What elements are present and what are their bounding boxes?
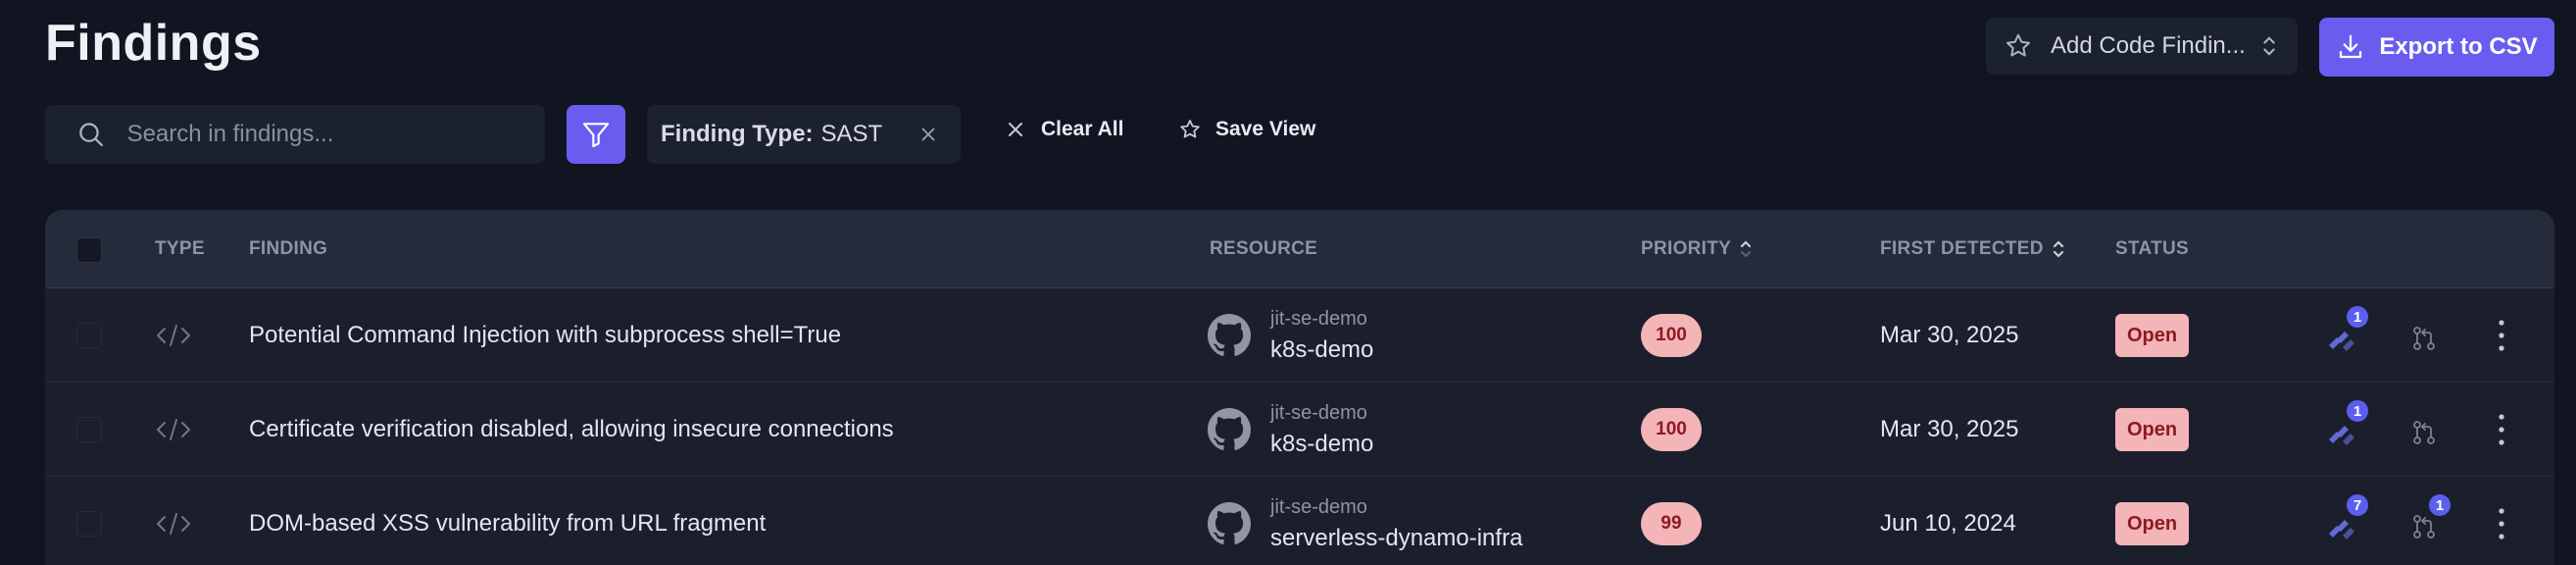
filter-chip-value: SAST <box>820 121 883 147</box>
export-csv-label: Export to CSV <box>2379 33 2538 60</box>
star-icon <box>1180 120 1200 138</box>
kebab-menu-icon[interactable] <box>2496 412 2507 447</box>
resource-cell[interactable]: jit-se-demo k8s-demo <box>1208 288 1373 383</box>
chevron-up-down-icon <box>2263 36 2275 56</box>
resource-org: jit-se-demo <box>1270 401 1367 424</box>
finding-title[interactable]: Potential Command Injection with subproc… <box>249 288 841 383</box>
filter-button[interactable] <box>567 105 625 164</box>
git-pull-request-icon <box>2413 421 2435 444</box>
pull-request-button[interactable] <box>2405 312 2452 359</box>
export-csv-button[interactable]: Export to CSV <box>2319 18 2554 77</box>
status-badge: Open <box>2115 502 2190 545</box>
clear-all-button[interactable]: Clear All <box>1004 118 1123 141</box>
page-title: Findings <box>45 15 262 72</box>
resource-repo: k8s-demo <box>1270 430 1374 457</box>
table-header: TYPE FINDING RESOURCE PRIORITY FIRST DET… <box>45 210 2554 288</box>
pull-request-button[interactable]: 1 <box>2405 492 2452 547</box>
resource-repo: k8s-demo <box>1270 335 1374 363</box>
jira-icon <box>2329 520 2354 539</box>
filter-chip-key: Finding Type: <box>661 121 814 147</box>
jira-count-badge: 7 <box>2345 492 2370 518</box>
search-icon <box>79 123 103 147</box>
search-input[interactable] <box>126 121 514 148</box>
row-checkbox[interactable] <box>76 511 102 537</box>
saved-view-label: Add Code Findin... <box>2051 32 2246 59</box>
priority-badge: 100 <box>1641 408 1702 451</box>
resource-cell[interactable]: jit-se-demo serverless-dynamo-infra <box>1208 477 1522 565</box>
select-all-checkbox[interactable] <box>76 237 102 263</box>
jira-ticket-button[interactable]: 1 <box>2321 304 2370 359</box>
git-pull-request-icon <box>2413 515 2435 539</box>
save-view-label: Save View <box>1215 118 1316 140</box>
kebab-menu-icon[interactable] <box>2496 318 2507 353</box>
priority-badge: 99 <box>1641 502 1702 545</box>
priority-badge: 100 <box>1641 314 1702 357</box>
finding-title[interactable]: Certificate verification disabled, allow… <box>249 383 894 477</box>
table-row[interactable]: Certificate verification disabled, allow… <box>45 383 2554 477</box>
close-icon <box>1009 123 1022 136</box>
code-icon <box>155 477 192 565</box>
column-header-priority-label: PRIORITY <box>1641 238 1732 259</box>
github-icon <box>1208 502 1251 544</box>
code-icon <box>155 383 192 477</box>
jira-icon <box>2329 332 2354 351</box>
save-view-button[interactable]: Save View <box>1178 118 1315 141</box>
table-row[interactable]: Potential Command Injection with subproc… <box>45 288 2554 383</box>
git-pull-request-icon <box>2413 327 2435 350</box>
download-icon <box>2340 34 2362 59</box>
status-badge: Open <box>2115 408 2190 451</box>
column-header-finding: FINDING <box>249 238 328 259</box>
row-checkbox[interactable] <box>76 417 102 442</box>
column-header-priority[interactable]: PRIORITY <box>1641 210 1753 288</box>
pr-count-badge: 1 <box>2427 492 2452 518</box>
first-detected-date: Jun 10, 2024 <box>1880 510 2016 537</box>
column-header-status: STATUS <box>2115 238 2189 259</box>
sort-icon <box>2053 240 2063 258</box>
column-header-first-detected[interactable]: FIRST DETECTED <box>1880 210 2065 288</box>
saved-view-select[interactable]: Add Code Findin... <box>1986 18 2298 75</box>
github-icon <box>1208 314 1251 356</box>
clear-all-label: Clear All <box>1041 118 1124 140</box>
first-detected-date: Mar 30, 2025 <box>1880 322 2019 348</box>
kebab-menu-icon[interactable] <box>2496 506 2507 541</box>
filter-chip-finding-type[interactable]: Finding Type: SAST <box>647 105 961 164</box>
resource-repo: serverless-dynamo-infra <box>1270 524 1523 551</box>
search-box[interactable] <box>45 105 545 164</box>
sort-icon <box>1741 240 1752 258</box>
resource-org: jit-se-demo <box>1270 307 1367 330</box>
funnel-icon <box>582 123 610 148</box>
jira-icon <box>2329 426 2354 445</box>
resource-org: jit-se-demo <box>1270 495 1367 518</box>
jira-ticket-button[interactable]: 1 <box>2321 398 2370 453</box>
resource-cell[interactable]: jit-se-demo k8s-demo <box>1208 383 1373 477</box>
column-header-first-detected-label: FIRST DETECTED <box>1880 238 2044 259</box>
status-badge: Open <box>2115 314 2190 357</box>
jira-count-badge: 1 <box>2345 398 2370 424</box>
pull-request-button[interactable] <box>2405 406 2452 453</box>
table-row[interactable]: DOM-based XSS vulnerability from URL fra… <box>45 477 2554 565</box>
finding-title[interactable]: DOM-based XSS vulnerability from URL fra… <box>249 477 766 565</box>
close-icon[interactable] <box>917 124 939 145</box>
column-header-resource: RESOURCE <box>1210 238 1318 259</box>
jira-ticket-button[interactable]: 7 <box>2321 492 2370 547</box>
star-icon <box>2006 33 2030 57</box>
first-detected-date: Mar 30, 2025 <box>1880 416 2019 442</box>
code-icon <box>155 288 192 383</box>
row-checkbox[interactable] <box>76 323 102 348</box>
findings-table: TYPE FINDING RESOURCE PRIORITY FIRST DET… <box>45 210 2554 565</box>
jira-count-badge: 1 <box>2345 304 2370 330</box>
github-icon <box>1208 408 1251 450</box>
column-header-type: TYPE <box>155 238 205 259</box>
